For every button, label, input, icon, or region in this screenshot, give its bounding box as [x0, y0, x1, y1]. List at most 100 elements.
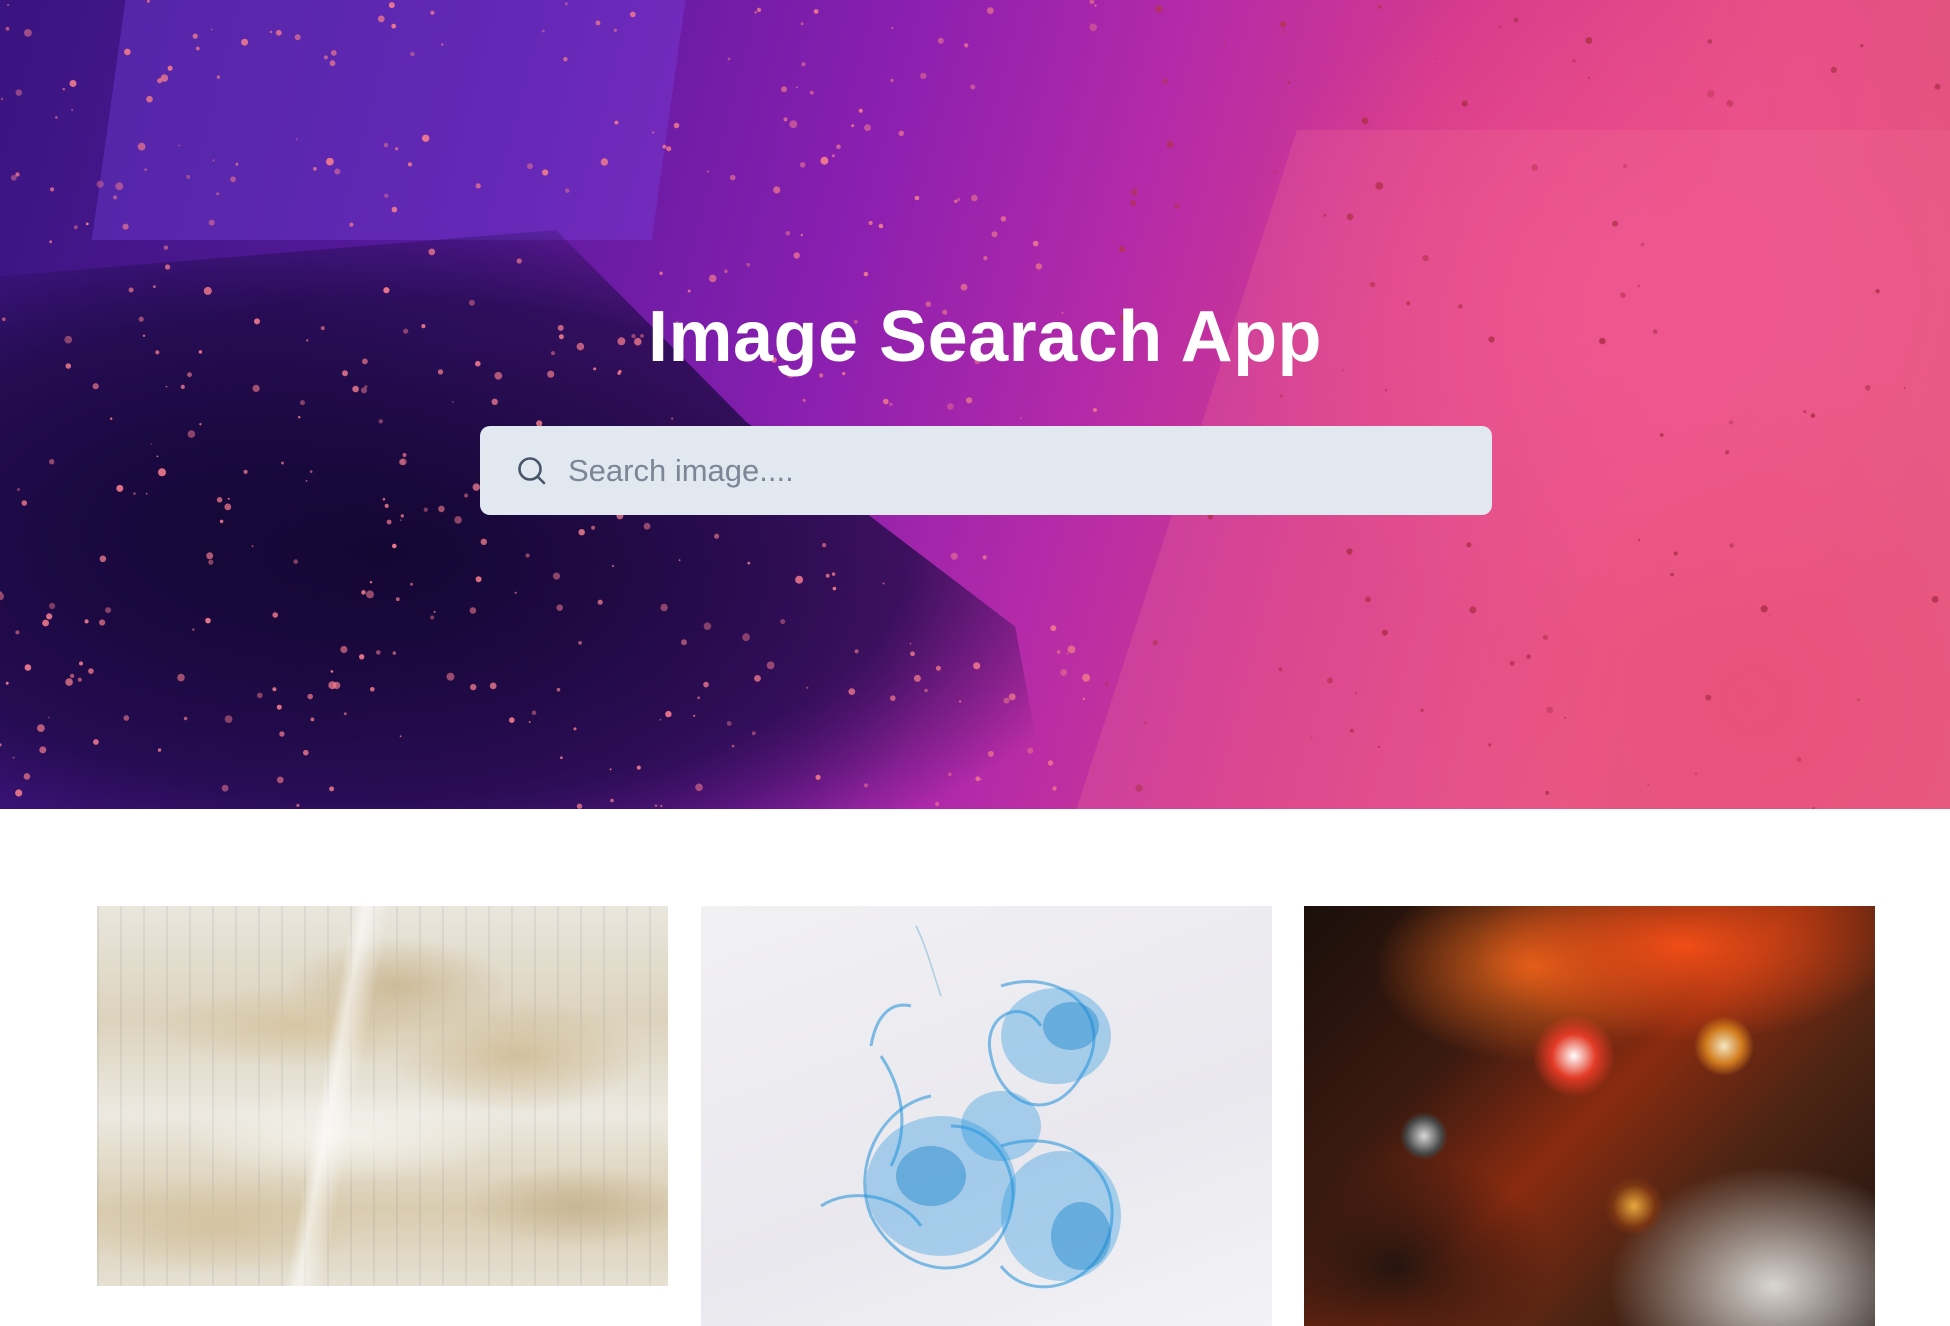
speckle-dot	[1050, 625, 1057, 632]
speckle-dot	[1032, 240, 1039, 247]
speckle-dot	[509, 717, 515, 723]
speckle-dot	[192, 33, 198, 39]
speckle-dot	[1310, 736, 1313, 739]
speckle-dot	[0, 592, 4, 601]
speckle-dot	[377, 15, 385, 23]
speckle-dot	[23, 773, 31, 780]
speckle-dot	[276, 704, 282, 710]
speckle-dot	[1166, 141, 1174, 148]
speckle-dot	[146, 95, 153, 103]
speckle-dot	[806, 686, 809, 689]
search-input[interactable]	[566, 426, 1466, 515]
speckle-dot	[454, 516, 462, 524]
speckle-dot	[868, 220, 873, 226]
speckle-dot	[854, 649, 859, 654]
speckle-dot	[79, 661, 83, 666]
speckle-dot	[578, 641, 582, 645]
speckle-dot	[340, 645, 348, 654]
speckle-dot	[531, 710, 537, 716]
speckle-dot	[1931, 596, 1939, 603]
speckle-dot	[92, 383, 99, 390]
speckle-dot	[110, 417, 113, 420]
speckle-dot	[1118, 245, 1126, 253]
speckle-dot	[1875, 289, 1880, 294]
speckle-dot	[960, 283, 968, 291]
speckle-dot	[15, 630, 20, 635]
speckle-dot	[65, 678, 73, 686]
speckle-dot	[93, 739, 99, 745]
speckle-dot	[801, 62, 806, 67]
speckle-dot	[1760, 605, 1768, 613]
speckle-dot	[695, 783, 703, 792]
speckle-dot	[399, 735, 402, 738]
gallery-image[interactable]	[701, 906, 1272, 1326]
speckle-dot	[1707, 39, 1713, 44]
search-bar[interactable]	[480, 426, 1492, 515]
speckle-dot	[724, 269, 728, 274]
speckle-dot	[369, 581, 373, 584]
speckle-dot	[472, 483, 480, 491]
speckle-dot	[636, 765, 641, 770]
speckle-dot	[388, 2, 395, 9]
speckle-dot	[1361, 117, 1369, 125]
speckle-dot	[328, 681, 337, 690]
speckle-dot	[294, 34, 301, 41]
speckle-dot	[227, 497, 230, 500]
speckle-dot	[309, 470, 313, 473]
speckle-dot	[1346, 548, 1353, 555]
speckle-dot	[15, 789, 23, 797]
speckle-dot	[212, 159, 215, 162]
speckle-dot	[272, 612, 279, 618]
speckle-dot	[153, 285, 156, 288]
speckle-dot	[781, 86, 787, 93]
speckle-dot	[1089, 0, 1095, 5]
speckle-dot	[177, 673, 185, 682]
speckle-dot	[542, 169, 549, 176]
speckle-dot	[195, 46, 200, 51]
speckle-dot	[0, 743, 2, 747]
speckle-dot	[947, 772, 952, 777]
speckle-dot	[591, 525, 596, 530]
speckle-dot	[950, 552, 958, 560]
speckle-dot	[199, 423, 202, 426]
speckle-dot	[221, 784, 229, 792]
speckle-dot	[1860, 44, 1864, 48]
speckle-dot	[144, 168, 147, 171]
speckle-dot	[789, 120, 798, 129]
speckle-dot	[1047, 760, 1054, 766]
speckle-dot	[678, 559, 681, 561]
speckle-dot	[836, 144, 841, 149]
speckle-dot	[208, 219, 215, 226]
speckle-dot	[1461, 100, 1468, 107]
speckle-dot	[49, 240, 53, 244]
image-blue-ink	[701, 906, 1272, 1326]
speckle-dot	[402, 453, 407, 457]
speckle-dot	[982, 555, 987, 560]
speckle-dot	[1769, 615, 1771, 617]
speckle-dot	[552, 572, 561, 580]
speckle-dot	[913, 674, 921, 682]
speckle-dot	[146, 0, 150, 3]
speckle-dot	[1546, 706, 1554, 714]
speckle-dot	[281, 461, 284, 465]
gallery-image[interactable]	[1304, 906, 1875, 1326]
speckle-dot	[1067, 645, 1076, 654]
speckle-dot	[1622, 164, 1628, 169]
speckle-dot	[330, 670, 334, 673]
speckle-dot	[62, 88, 65, 91]
speckle-dot	[269, 30, 273, 34]
speckle-dot	[937, 37, 944, 44]
gallery-image[interactable]	[97, 906, 668, 1286]
speckle-dot	[423, 507, 428, 512]
speckle-dot	[1282, 30, 1286, 34]
speckle-dot	[935, 801, 940, 807]
speckle-dot	[313, 167, 317, 171]
speckle-dot	[773, 186, 781, 194]
speckle-dot	[39, 746, 47, 754]
speckle-dot	[1637, 538, 1641, 542]
speckle-dot	[643, 522, 651, 530]
speckle-dot	[391, 23, 397, 29]
speckle-dot	[851, 124, 855, 128]
speckle-dot	[428, 248, 436, 256]
speckle-dot	[665, 710, 672, 718]
